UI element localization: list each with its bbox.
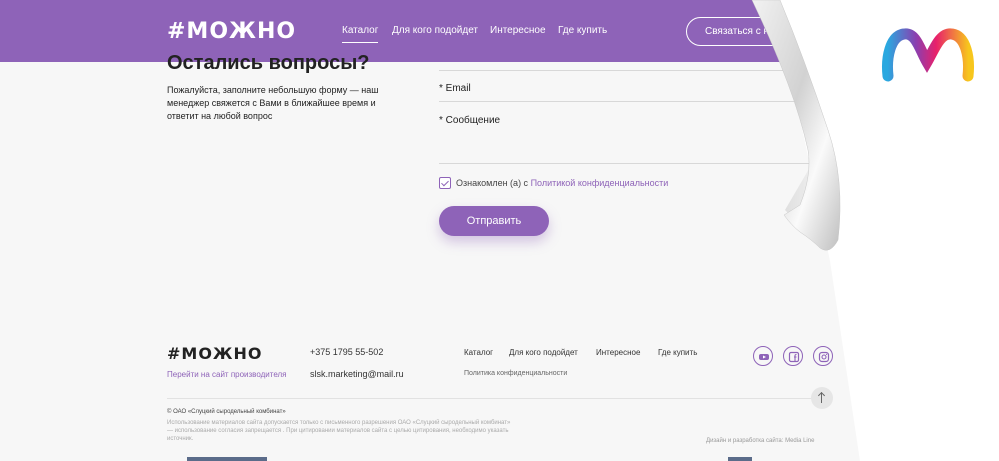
- page-curl-overlay: [751, 0, 999, 461]
- m-brand-logo: [882, 28, 974, 82]
